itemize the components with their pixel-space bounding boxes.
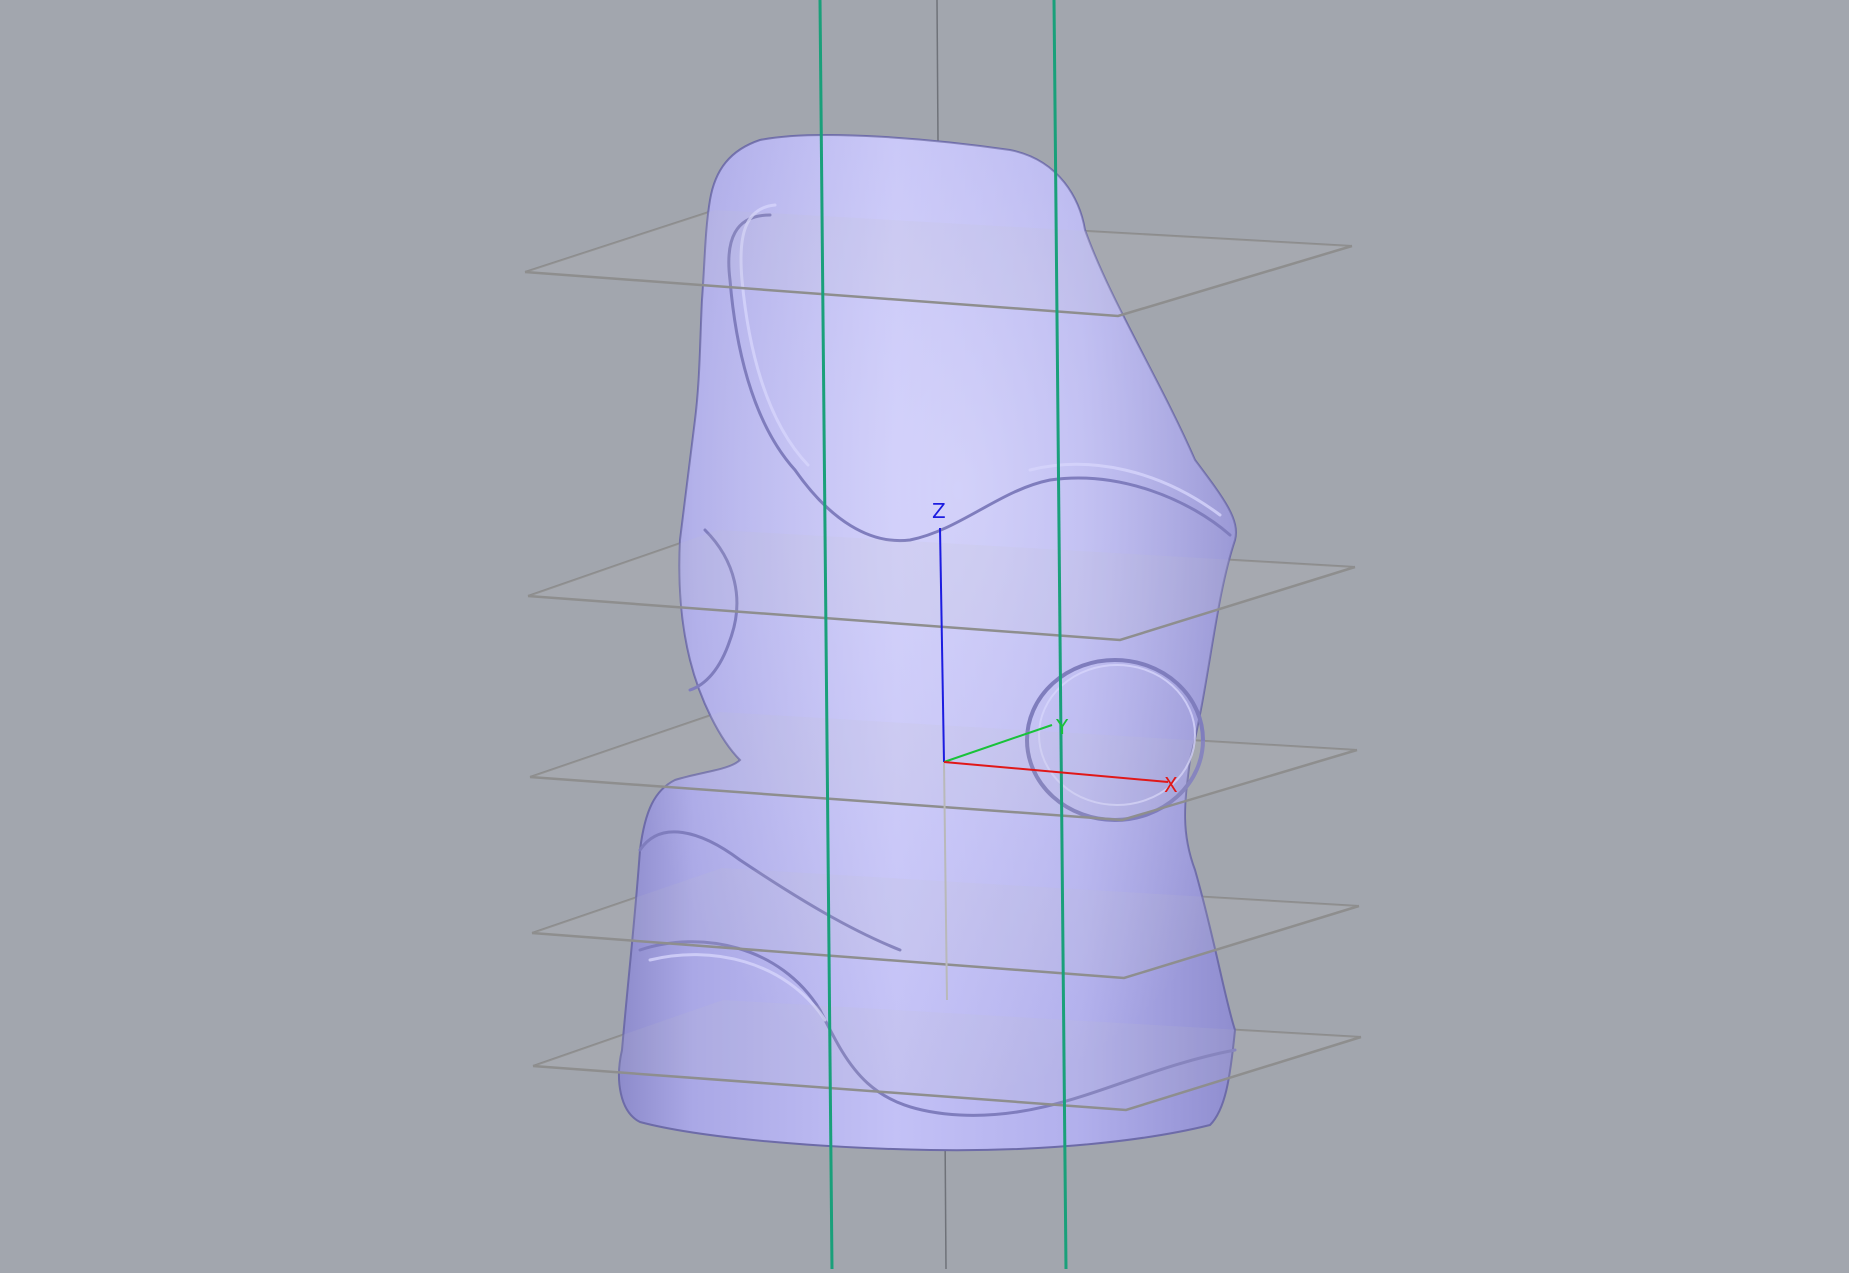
viewport-canvas[interactable]: Z Y X [0,0,1849,1270]
section-plane-1[interactable] [524,210,1353,318]
x-axis-label: X [1164,773,1178,797]
3d-viewport[interactable]: Z Y X [0,0,1849,1270]
z-axis-label: Z [932,499,946,523]
y-axis-label: Y [1055,715,1069,739]
